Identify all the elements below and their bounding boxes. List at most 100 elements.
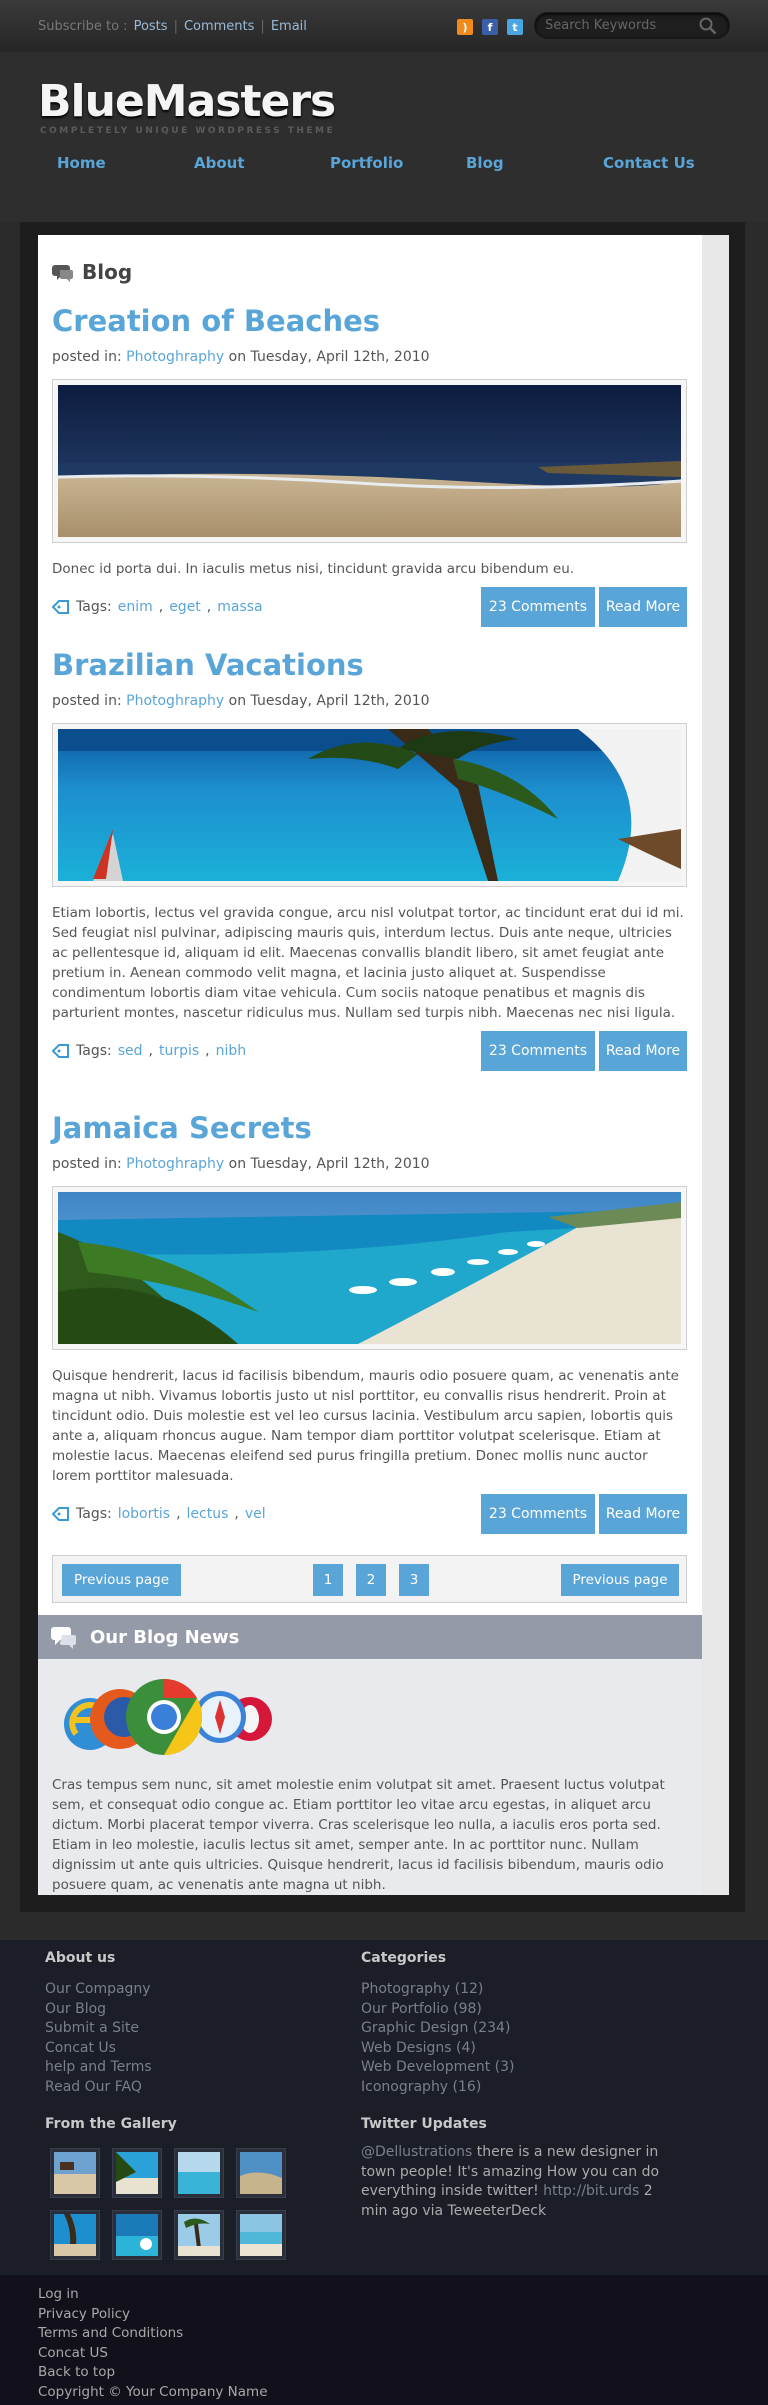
comments-button[interactable]: 23 Comments — [481, 587, 595, 627]
nav-portfolio[interactable]: Portfolio — [330, 154, 403, 172]
previous-page-button-right[interactable]: Previous page — [561, 1564, 679, 1596]
post-tags: Tags: enim, eget, massa — [52, 599, 263, 615]
rss-icon[interactable]: ) — [457, 19, 473, 35]
terms-link[interactable]: Terms and Conditions — [38, 2325, 183, 2341]
page-2-button[interactable]: 2 — [356, 1564, 386, 1596]
search-input[interactable] — [545, 18, 685, 33]
post-excerpt: Donec id porta dui. In iaculis metus nis… — [52, 561, 575, 577]
footer-link[interactable]: Read Our FAQ — [45, 2079, 142, 2095]
copyright: Copyright © Your Company Name — [38, 2383, 268, 2400]
post-category-link[interactable]: Photoghraphy — [126, 1156, 224, 1172]
tags-label: Tags: — [76, 1506, 112, 1522]
subscribe-label: Subscribe to : — [38, 18, 128, 34]
gallery-thumb[interactable] — [236, 2148, 286, 2198]
category-link[interactable]: Web Designs (4) — [361, 2040, 476, 2056]
nav-home[interactable]: Home — [57, 154, 106, 172]
gallery-thumb[interactable] — [112, 2210, 162, 2260]
separator: | — [260, 18, 265, 34]
subscribe-links: Subscribe to : Posts | Comments | Email — [38, 19, 307, 34]
tag-link[interactable]: lobortis — [118, 1506, 170, 1522]
posted-in-label: posted in: — [52, 349, 122, 365]
pagination: Previous page 1 2 3 Previous page — [52, 1555, 687, 1603]
blog-news-text: Cras tempus sem nunc, sit amet molestie … — [52, 1777, 665, 1893]
post-title[interactable]: Creation of Beaches — [52, 304, 380, 338]
blog-news-title: Our Blog News — [90, 1626, 240, 1648]
comments-button[interactable]: 23 Comments — [481, 1494, 595, 1534]
gallery-thumb[interactable] — [112, 2148, 162, 2198]
chat-bubble-icon — [52, 265, 73, 282]
nav-blog[interactable]: Blog — [466, 154, 504, 172]
gallery-thumb[interactable] — [174, 2210, 224, 2260]
tag-link[interactable]: nibh — [216, 1043, 247, 1059]
post-title[interactable]: Jamaica Secrets — [52, 1111, 312, 1145]
category-link[interactable]: Web Development (3) — [361, 2059, 515, 2075]
tag-link[interactable]: lectus — [187, 1506, 229, 1522]
tag-icon — [52, 1044, 69, 1058]
tweet-user-link[interactable]: @Dellustrations — [361, 2144, 472, 2160]
site-header: BlueMasters COMPLETELY UNIQUE WORDPRESS … — [0, 52, 768, 222]
post-category-link[interactable]: Photoghraphy — [126, 693, 224, 709]
post-meta: posted in: Photoghraphy on Tuesday, Apri… — [52, 693, 687, 709]
post-image[interactable] — [52, 723, 687, 887]
tag-link[interactable]: sed — [118, 1043, 143, 1059]
facebook-icon[interactable]: f — [482, 19, 498, 35]
page-1-button[interactable]: 1 — [313, 1564, 343, 1596]
chat-bubbles-icon — [51, 1627, 76, 1649]
main-nav: Home About Portfolio Blog Contact Us — [0, 154, 768, 180]
about-heading: About us — [45, 1950, 116, 1966]
nav-about[interactable]: About — [194, 154, 245, 172]
blog-post: Creation of Beaches posted in: Photoghra… — [52, 303, 687, 627]
tweet-link[interactable]: http://bit.urds — [543, 2183, 639, 2199]
tag-icon — [52, 600, 69, 614]
footer-link[interactable]: Concat Us — [45, 2040, 116, 2056]
site-tagline: COMPLETELY UNIQUE WORDPRESS THEME — [40, 126, 336, 136]
tag-link[interactable]: eget — [169, 599, 201, 615]
login-link[interactable]: Log in — [38, 2286, 79, 2302]
footer-link[interactable]: Our Blog — [45, 2001, 106, 2017]
tropical-photo — [58, 729, 681, 881]
footer-link[interactable]: Submit a Site — [45, 2020, 139, 2036]
category-link[interactable]: Graphic Design (234) — [361, 2020, 510, 2036]
category-link[interactable]: Iconography (16) — [361, 2079, 481, 2095]
post-meta: posted in: Photoghraphy on Tuesday, Apri… — [52, 349, 687, 365]
search-icon[interactable] — [699, 17, 717, 35]
gallery-thumb[interactable] — [50, 2210, 100, 2260]
previous-page-button[interactable]: Previous page — [62, 1564, 181, 1596]
post-tags: Tags: sed, turpis, nibh — [52, 1043, 246, 1059]
page-3-button[interactable]: 3 — [399, 1564, 429, 1596]
post-image[interactable] — [52, 1186, 687, 1350]
category-link[interactable]: Our Portfolio (98) — [361, 2001, 482, 2017]
comments-button[interactable]: 23 Comments — [481, 1031, 595, 1071]
contact-link[interactable]: Concat US — [38, 2345, 108, 2361]
gallery-thumb[interactable] — [174, 2148, 224, 2198]
gallery-thumb[interactable] — [50, 2148, 100, 2198]
post-date: on Tuesday, April 12th, 2010 — [228, 1156, 430, 1172]
search-box — [534, 12, 730, 39]
category-link[interactable]: Photography (12) — [361, 1981, 483, 1997]
blog-news-header: Our Blog News — [38, 1615, 702, 1659]
post-image[interactable] — [52, 379, 687, 543]
tweet: @Dellustrations there is a new designer … — [361, 2143, 661, 2221]
post-title[interactable]: Brazilian Vacations — [52, 648, 364, 682]
tag-link[interactable]: vel — [245, 1506, 266, 1522]
tag-link[interactable]: massa — [217, 599, 262, 615]
subscribe-posts-link[interactable]: Posts — [134, 19, 168, 34]
footer-link[interactable]: Our Compagny — [45, 1981, 151, 1997]
post-category-link[interactable]: Photoghraphy — [126, 349, 224, 365]
read-more-button[interactable]: Read More — [599, 1031, 687, 1071]
read-more-button[interactable]: Read More — [599, 587, 687, 627]
tag-link[interactable]: enim — [118, 599, 153, 615]
site-logo[interactable]: BlueMasters COMPLETELY UNIQUE WORDPRESS … — [38, 74, 336, 136]
twitter-icon[interactable]: t — [507, 19, 523, 35]
categories-list: Photography (12) Our Portfolio (98) Grap… — [361, 1980, 515, 2097]
tag-link[interactable]: turpis — [159, 1043, 199, 1059]
gallery-thumb[interactable] — [236, 2210, 286, 2260]
footer-link[interactable]: help and Terms — [45, 2059, 152, 2075]
post-date: on Tuesday, April 12th, 2010 — [228, 693, 430, 709]
nav-contact[interactable]: Contact Us — [603, 154, 695, 172]
subscribe-email-link[interactable]: Email — [271, 19, 307, 34]
back-to-top-link[interactable]: Back to top — [38, 2364, 115, 2380]
subscribe-comments-link[interactable]: Comments — [184, 19, 254, 34]
privacy-link[interactable]: Privacy Policy — [38, 2306, 130, 2322]
read-more-button[interactable]: Read More — [599, 1494, 687, 1534]
